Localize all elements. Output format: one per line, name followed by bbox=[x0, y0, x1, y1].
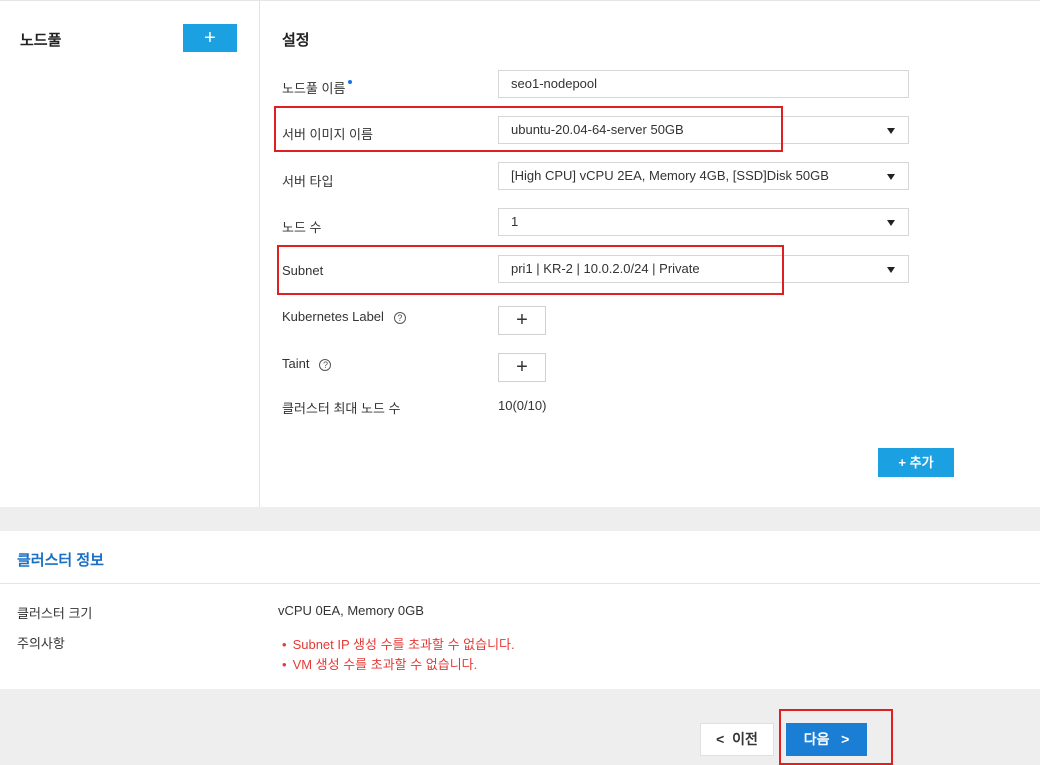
cluster-size-value: vCPU 0EA, Memory 0GB bbox=[278, 603, 424, 618]
dropdown-arrow-icon bbox=[887, 220, 895, 226]
cluster-info-section: 클러스터 정보 클러스터 크기 vCPU 0EA, Memory 0GB 주의사… bbox=[0, 531, 1040, 689]
taint-label: Taint? bbox=[282, 356, 332, 371]
warning-message: Subnet IP 생성 수를 초과할 수 없습니다. bbox=[282, 634, 515, 653]
notes-label: 주의사항 bbox=[17, 636, 65, 651]
max-nodes-label: 클러스터 최대 노드 수 bbox=[282, 401, 401, 416]
plus-icon: + bbox=[898, 455, 907, 470]
highlight-box bbox=[779, 709, 893, 765]
server-type-label: 서버 타입 bbox=[282, 174, 334, 189]
nodepool-name-label: 노드풀 이름 bbox=[282, 78, 353, 97]
add-kubernetes-label-button[interactable]: + bbox=[498, 306, 546, 335]
chevron-left-icon: < bbox=[716, 731, 725, 747]
dropdown-arrow-icon bbox=[887, 174, 895, 180]
add-nodepool-button[interactable]: + bbox=[183, 24, 237, 52]
add-taint-button[interactable]: + bbox=[498, 353, 546, 382]
help-icon[interactable]: ? bbox=[393, 311, 406, 324]
divider bbox=[0, 583, 1040, 584]
help-icon[interactable]: ? bbox=[319, 358, 332, 371]
kubernetes-label-label: Kubernetes Label? bbox=[282, 309, 406, 324]
nodepool-list-panel: 노드풀 + bbox=[0, 1, 260, 508]
server-type-select[interactable]: [High CPU] vCPU 2EA, Memory 4GB, [SSD]Di… bbox=[498, 162, 909, 190]
warning-message: VM 생성 수를 초과할 수 없습니다. bbox=[282, 654, 478, 673]
settings-title: 설정 bbox=[282, 32, 310, 49]
node-count-select[interactable]: 1 bbox=[498, 208, 909, 236]
cluster-size-label: 클러스터 크기 bbox=[17, 606, 93, 621]
nodepool-name-input[interactable]: seo1-nodepool bbox=[498, 70, 909, 98]
add-button[interactable]: + 추가 bbox=[878, 448, 954, 477]
highlight-box bbox=[277, 245, 784, 295]
highlight-box bbox=[274, 106, 783, 152]
node-count-label: 노드 수 bbox=[282, 220, 322, 235]
cluster-info-title: 클러스터 정보 bbox=[17, 552, 104, 569]
nodepool-title: 노드풀 bbox=[20, 32, 62, 49]
dropdown-arrow-icon bbox=[887, 128, 895, 134]
max-nodes-value: 10(0/10) bbox=[498, 398, 547, 413]
dropdown-arrow-icon bbox=[887, 267, 895, 273]
previous-button[interactable]: < 이전 bbox=[700, 723, 774, 756]
required-indicator bbox=[348, 80, 353, 84]
section-gap bbox=[0, 507, 1040, 531]
